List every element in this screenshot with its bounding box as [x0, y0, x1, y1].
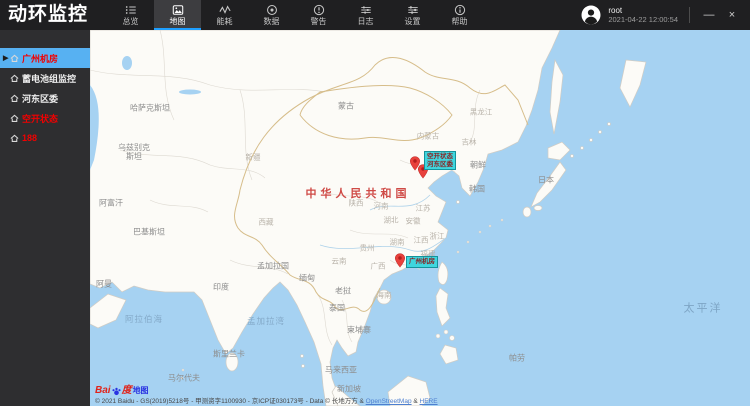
overview-icon	[125, 4, 137, 16]
site-house-icon	[10, 54, 19, 63]
sidebar-item-label: 空开状态	[22, 113, 59, 124]
user-name: root	[608, 6, 623, 15]
close-button[interactable]: ×	[724, 0, 740, 30]
user-meta: root 2021-04-22 12:00:54	[608, 6, 678, 24]
map-attribution: © 2021 Baidu - GS(2019)5218号 - 甲测资字11009…	[95, 395, 438, 405]
settings-icon	[407, 4, 419, 16]
marker-label-line: 空开状态	[427, 153, 453, 160]
nav-tabs: 总览 地图 能耗 数据 警告 日志 设置 帮助	[107, 0, 483, 30]
marker-label-line: 河东区委	[427, 160, 453, 168]
user-datetime: 2021-04-22 12:00:54	[608, 15, 678, 24]
topbar-right: root 2021-04-22 12:00:54 — ×	[581, 0, 750, 30]
app-window: 动环监控 总览 地图 能耗 数据 警告 日志 设置 帮助 root 2021-04-22 12…	[0, 0, 750, 406]
map-landmass	[90, 30, 647, 406]
sidebar-item-label: 河东区委	[22, 93, 59, 104]
tab-overview[interactable]: 总览	[107, 0, 154, 30]
sidebar-item-label: 188	[22, 133, 38, 143]
sidebar-item[interactable]: ▶蓄电池组监控	[0, 68, 90, 88]
tab-label: 总览	[122, 17, 139, 26]
tab-label: 数据	[263, 17, 280, 26]
attribution-joiner: &	[411, 398, 420, 405]
help-icon	[454, 4, 466, 16]
site-house-icon	[10, 134, 19, 143]
map-marker-label[interactable]: 空开状态 河东区委	[424, 151, 456, 170]
tab-alert[interactable]: 警告	[295, 0, 342, 30]
map-pin-icon[interactable]	[395, 253, 406, 268]
sidebar-item[interactable]: ▶188	[0, 128, 90, 148]
osm-link[interactable]: OpenStreetMap	[366, 398, 412, 405]
marker-label-line: 广州机房	[409, 258, 435, 265]
tab-help[interactable]: 帮助	[436, 0, 483, 30]
tab-label: 日志	[357, 17, 374, 26]
topbar: 动环监控 总览 地图 能耗 数据 警告 日志 设置 帮助 root 2021-04-22 12…	[0, 0, 750, 30]
tab-map[interactable]: 地图	[154, 0, 201, 30]
tab-label: 地图	[169, 17, 186, 26]
app-title: 动环监控	[8, 4, 89, 25]
tab-label: 设置	[404, 17, 421, 26]
window-controls-divider	[689, 7, 690, 23]
attribution-text: © 2021 Baidu - GS(2019)5218号 - 甲测资字11009…	[95, 398, 366, 405]
sidebar-item[interactable]: ▶空开状态	[0, 108, 90, 128]
map-icon	[172, 4, 184, 16]
device-tree-sidebar: ▶ 广州机房 ▶蓄电池组监控▶河东区委▶空开状态▶188	[0, 30, 90, 406]
energy-icon	[218, 4, 231, 16]
here-link[interactable]: HERE	[420, 398, 438, 405]
user-avatar-icon[interactable]	[581, 5, 601, 25]
site-house-icon	[10, 94, 19, 103]
sidebar-item-label: 广州机房	[22, 53, 59, 64]
alert-icon	[313, 4, 325, 16]
expand-arrow-icon[interactable]: ▶	[3, 54, 10, 62]
tab-log[interactable]: 日志	[342, 0, 389, 30]
tab-settings[interactable]: 设置	[389, 0, 436, 30]
map-marker-label[interactable]: 广州机房	[406, 256, 438, 268]
data-icon	[266, 4, 278, 16]
sidebar-item[interactable]: ▶河东区委	[0, 88, 90, 108]
sidebar-item[interactable]: ▶ 广州机房	[0, 48, 90, 68]
map-canvas[interactable]: 哈萨克斯坦 乌兹别克 斯坦 阿富汗 巴基斯坦 印度 孟加拉国 蒙古 缅甸 老挝 泰国 柬埔寨 马来西亚…	[90, 30, 750, 406]
tab-energy[interactable]: 能耗	[201, 0, 248, 30]
sidebar-item-label: 蓄电池组监控	[22, 73, 77, 84]
tab-label: 帮助	[451, 17, 468, 26]
site-house-icon	[10, 114, 19, 123]
log-icon	[360, 4, 372, 16]
tab-label: 能耗	[216, 17, 233, 26]
tab-data[interactable]: 数据	[248, 0, 295, 30]
site-house-icon	[10, 74, 19, 83]
minimize-button[interactable]: —	[701, 0, 717, 30]
tab-label: 警告	[310, 17, 327, 26]
